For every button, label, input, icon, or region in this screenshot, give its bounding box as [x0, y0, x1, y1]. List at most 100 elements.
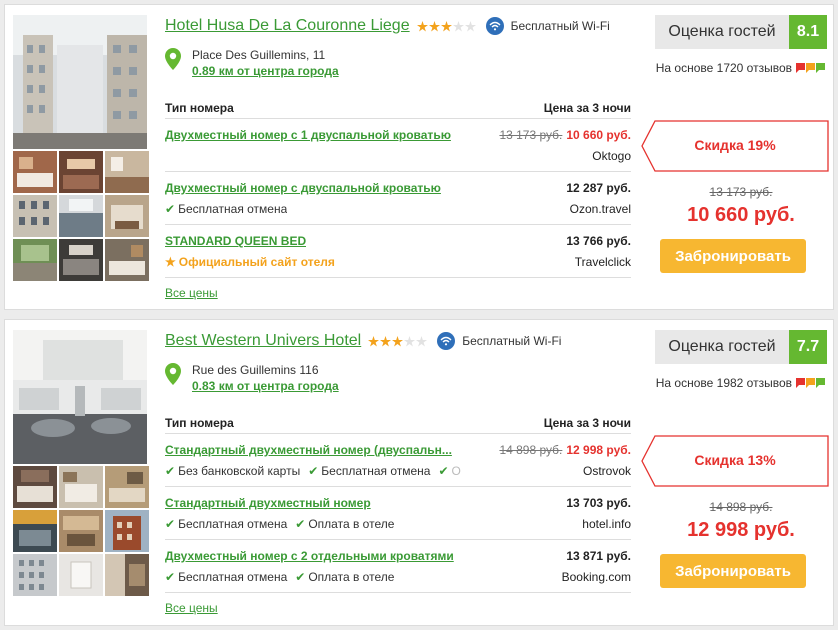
room-offer-row[interactable]: STANDARD QUEEN BED 13 766 руб. ★ Официаль… [165, 225, 631, 278]
address-block: Rue des Guillemins 116 0.83 км от центра… [165, 362, 339, 393]
photo-thumbnail[interactable] [13, 151, 57, 193]
photo-thumbnail[interactable] [105, 554, 149, 596]
room-features: ✔ Бесплатная отмена ✔ Оплата в отеле [165, 517, 394, 531]
photo-thumbnail[interactable] [105, 195, 149, 237]
booking-provider: Ozon.travel [569, 202, 631, 216]
review-count[interactable]: На основе 1720 отзывов [656, 61, 825, 75]
old-price: 13 173 руб. [499, 128, 563, 142]
review-count[interactable]: На основе 1982 отзывов [656, 376, 825, 390]
room-offers-table: Тип номера Цена за 3 ночи Двухместный но… [165, 99, 631, 278]
photo-thumbnail[interactable] [59, 554, 103, 596]
discount-text: Скидка 13% [694, 452, 776, 468]
room-offer-row[interactable]: Двухместный номер с двуспальной кроватью… [165, 172, 631, 225]
photo-thumbnail[interactable] [13, 554, 57, 596]
hotel-main-photo[interactable] [13, 330, 147, 464]
photo-thumbnail[interactable] [59, 151, 103, 193]
side-old-price: 14 898 руб. [709, 500, 773, 514]
booking-provider: Travelclick [574, 255, 631, 269]
review-count-text: На основе 1720 отзывов [655, 61, 792, 75]
rating-label: Оценка гостей [655, 330, 789, 364]
rating-score: 8.1 [789, 15, 827, 49]
star-icon [392, 335, 404, 346]
photo-thumbnail[interactable] [105, 151, 149, 193]
photo-thumbnail[interactable] [59, 195, 103, 237]
feature-free-cancellation: ✔ Бесплатная отмена [308, 464, 431, 478]
book-button[interactable]: Забронировать [660, 239, 806, 273]
room-offer-row[interactable]: Двухместный номер с 1 двуспальной кроват… [165, 119, 631, 172]
room-name-link[interactable]: Стандартный двухместный номер (двуспальн… [165, 443, 452, 457]
room-offer-row[interactable]: Стандартный двухместный номер 13 703 руб… [165, 487, 631, 540]
all-prices-link[interactable]: Все цены [165, 601, 218, 615]
room-price: 13 173 руб. 10 660 руб. [499, 128, 631, 142]
star-empty-icon [416, 335, 428, 346]
photo-thumbnail[interactable] [105, 466, 149, 508]
photo-thumbnail[interactable] [105, 239, 149, 281]
photo-thumbnail[interactable] [13, 195, 57, 237]
room-price: 13 766 руб. [566, 234, 631, 248]
feature-pay-at-hotel: ✔ Оплата в отеле [295, 570, 395, 584]
wifi-badge: Бесплатный Wi-Fi [485, 17, 610, 35]
price-column-header: Цена за 3 ночи [543, 101, 631, 115]
book-button[interactable]: Забронировать [660, 554, 806, 588]
photo-thumbnail[interactable] [13, 466, 57, 508]
room-name-link[interactable]: STANDARD QUEEN BED [165, 234, 306, 248]
discount-badge: Скидка 19% [641, 120, 829, 172]
hotel-card: Best Western Univers Hotel Бесплатный Wi… [4, 319, 834, 626]
all-prices-link[interactable]: Все цены [165, 286, 218, 300]
room-features: ★ Официальный сайт отеля [165, 255, 335, 269]
room-price: 14 898 руб. 12 998 руб. [499, 443, 631, 457]
discount-badge: Скидка 13% [641, 435, 829, 487]
wifi-badge: Бесплатный Wi-Fi [437, 332, 561, 350]
map-pin-icon[interactable] [165, 363, 181, 385]
star-rating [368, 335, 428, 347]
rating-label: Оценка гостей [655, 15, 789, 49]
feature-free-cancellation: ✔ Бесплатная отмена [165, 570, 288, 584]
feature-free-cancellation: ✔ Бесплатная отмена [165, 202, 288, 216]
deal-price: 12 998 руб. [566, 443, 631, 457]
hotel-name-link[interactable]: Best Western Univers Hotel [165, 332, 361, 350]
room-offer-row[interactable]: Двухместный номер с 2 отдельными кроватя… [165, 540, 631, 593]
distance-link[interactable]: 0.89 км от центра города [192, 64, 339, 78]
room-price: 13 703 руб. [566, 496, 631, 510]
booking-provider: Ostrovok [582, 464, 631, 478]
hotel-title-row: Best Western Univers Hotel Бесплатный Wi… [165, 332, 561, 350]
star-icon [428, 20, 440, 31]
star-icon [380, 335, 392, 346]
official-site-badge: ★ Официальный сайт отеля [165, 255, 335, 269]
photo-thumbnails [13, 466, 149, 596]
photo-thumbnail[interactable] [59, 239, 103, 281]
photo-thumbnail[interactable] [13, 239, 57, 281]
photo-thumbnail[interactable] [59, 466, 103, 508]
room-name-link[interactable]: Двухместный номер с 2 отдельными кроватя… [165, 549, 454, 563]
photo-thumbnail[interactable] [105, 510, 149, 552]
feature-truncated: ✔ О [438, 464, 461, 478]
room-name-link[interactable]: Двухместный номер с двуспальной кроватью [165, 181, 441, 195]
wifi-label: Бесплатный Wi-Fi [510, 19, 610, 33]
review-count-text: На основе 1982 отзывов [655, 376, 792, 390]
checkmark-icon: ✔ [295, 517, 306, 531]
room-name-link[interactable]: Стандартный двухместный номер [165, 496, 371, 510]
review-bars-icon [796, 378, 825, 388]
star-rating [416, 20, 476, 32]
distance-link[interactable]: 0.83 км от центра города [192, 379, 339, 393]
room-name-link[interactable]: Двухместный номер с 1 двуспальной кроват… [165, 128, 451, 142]
room-offer-row[interactable]: Стандартный двухместный номер (двуспальн… [165, 434, 631, 487]
hotel-address: Place Des Guillemins, 11 [192, 48, 326, 62]
hotel-main-photo[interactable] [13, 15, 147, 149]
checkmark-icon: ✔ [165, 570, 176, 584]
side-best-price: 12 998 руб. [687, 519, 795, 541]
booking-provider: Oktogo [592, 149, 631, 163]
feature-pay-at-hotel: ✔ Оплата в отеле [295, 517, 395, 531]
checkmark-icon: ✔ [165, 202, 176, 216]
checkmark-icon: ✔ [295, 570, 306, 584]
map-pin-icon[interactable] [165, 48, 181, 70]
hotel-name-link[interactable]: Hotel Husa De La Couronne Liege [165, 17, 410, 35]
star-icon [416, 20, 428, 31]
photo-thumbnails [13, 151, 149, 281]
hotel-card: Hotel Husa De La Couronne Liege Бесплатн… [4, 4, 834, 310]
checkmark-icon: ✔ [438, 464, 449, 478]
photo-thumbnail[interactable] [13, 510, 57, 552]
photo-thumbnail[interactable] [59, 510, 103, 552]
room-features: ✔ Бесплатная отмена [165, 202, 287, 216]
room-offers-table: Тип номера Цена за 3 ночи Стандартный дв… [165, 414, 631, 593]
